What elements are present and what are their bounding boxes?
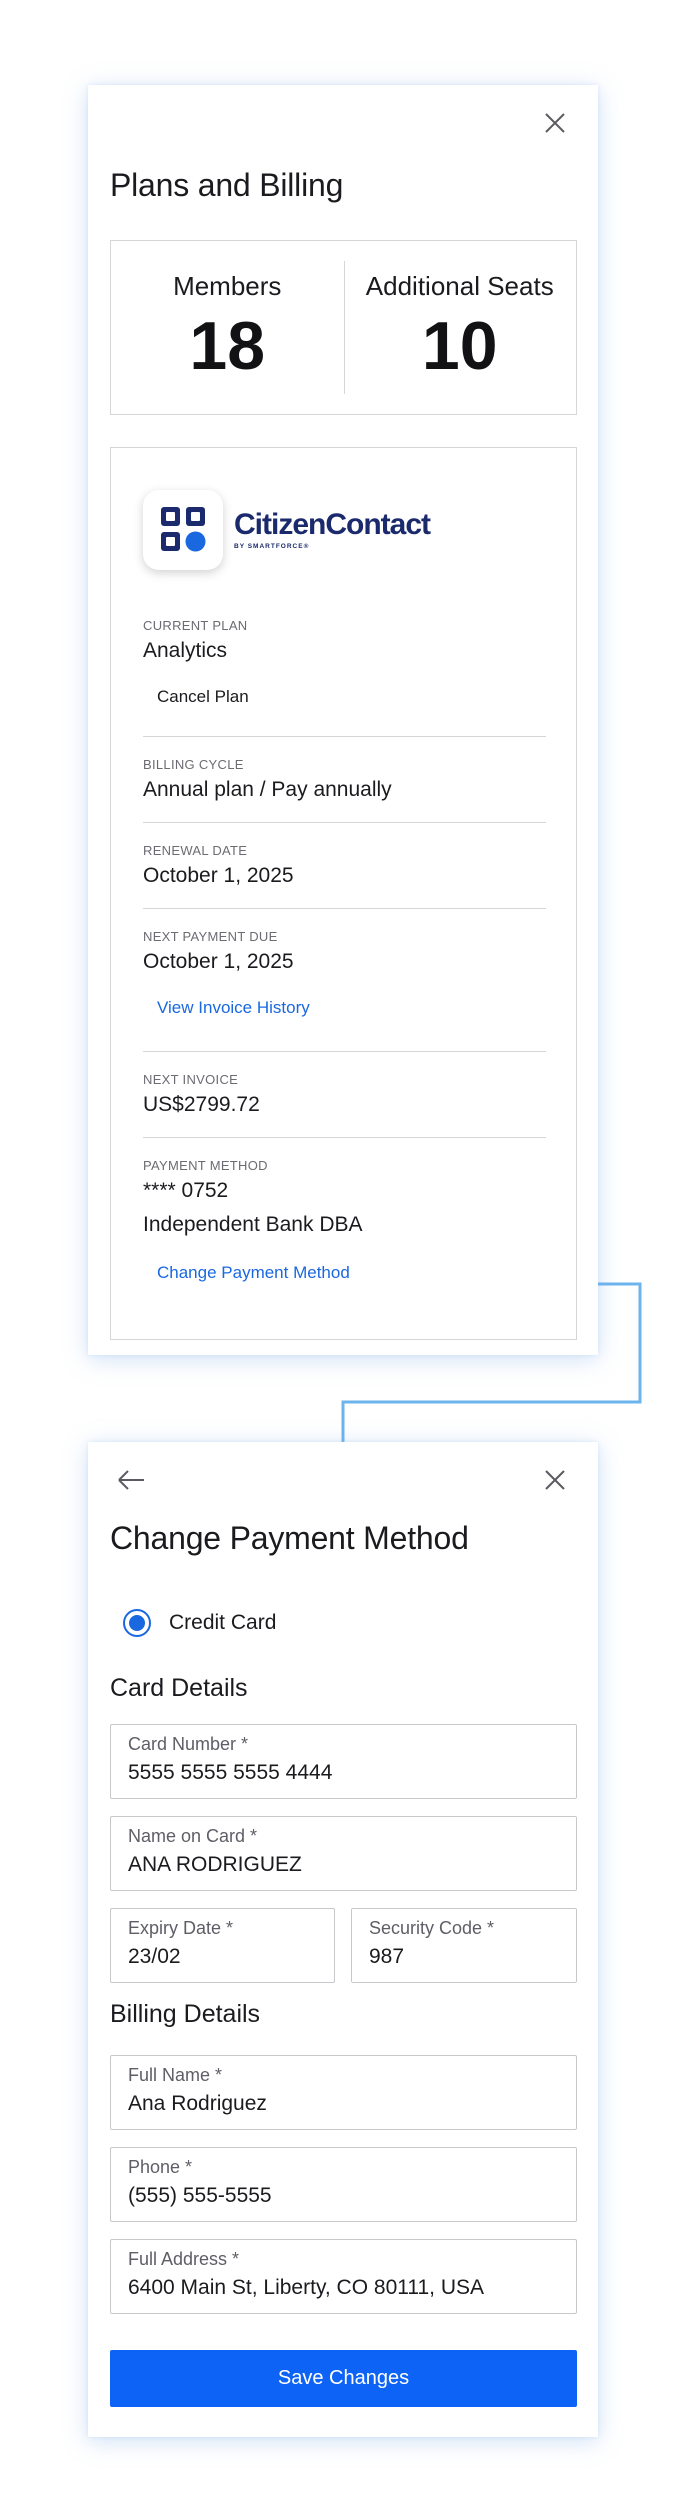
card-details-heading: Card Details bbox=[110, 1674, 248, 1702]
name-on-card-value: ANA RODRIGUEZ bbox=[128, 1853, 302, 1876]
page-title: Change Payment Method bbox=[110, 1520, 469, 1556]
expiry-date-value: 23/02 bbox=[128, 1945, 181, 1968]
next-payment-label: NEXT PAYMENT DUE bbox=[143, 929, 278, 944]
billing-cycle-label: BILLING CYCLE bbox=[143, 757, 244, 772]
credit-card-radio[interactable]: Credit Card bbox=[123, 1609, 276, 1637]
view-invoice-history-link[interactable]: View Invoice History bbox=[157, 998, 310, 1018]
next-payment-value: October 1, 2025 bbox=[143, 950, 294, 973]
name-on-card-label: Name on Card * bbox=[128, 1826, 258, 1846]
current-plan-row: CURRENT PLAN Analytics Cancel Plan bbox=[143, 618, 546, 707]
save-changes-button[interactable]: Save Changes bbox=[110, 2350, 577, 2407]
logo-subtitle: BY SMARTFORCE® bbox=[234, 543, 310, 550]
full-address-field[interactable]: Full Address * 6400 Main St, Liberty, CO… bbox=[110, 2239, 577, 2314]
current-plan-value: Analytics bbox=[143, 639, 228, 662]
billing-cycle-row: BILLING CYCLE Annual plan / Pay annually bbox=[143, 736, 546, 802]
plan-details-box: CitizenContact BY SMARTFORCE® CURRENT PL… bbox=[110, 447, 577, 1340]
renewal-date-value: October 1, 2025 bbox=[143, 864, 294, 887]
full-name-value: Ana Rodriguez bbox=[128, 2092, 267, 2115]
payment-method-label: PAYMENT METHOD bbox=[143, 1158, 268, 1173]
full-name-label: Full Name * bbox=[128, 2065, 223, 2085]
card-number-field[interactable]: Card Number * 5555 5555 5555 4444 bbox=[110, 1724, 577, 1799]
card-number-value: 5555 5555 5555 4444 bbox=[128, 1761, 333, 1784]
radio-selected-icon[interactable] bbox=[123, 1609, 151, 1637]
citizencontact-logo-icon bbox=[143, 490, 223, 570]
additional-seats-value: 10 bbox=[421, 308, 498, 384]
change-payment-panel: Change Payment Method Credit Card Card D… bbox=[88, 1442, 598, 2437]
next-invoice-value: US$2799.72 bbox=[143, 1093, 260, 1116]
logo-name: CitizenContact bbox=[234, 508, 431, 541]
members-value: 18 bbox=[189, 308, 266, 384]
cancel-plan-button[interactable]: Cancel Plan bbox=[157, 687, 249, 707]
citizencontact-logo: CitizenContact BY SMARTFORCE® bbox=[143, 490, 431, 570]
plans-billing-panel: Plans and Billing Members 18 Additional … bbox=[88, 85, 598, 1355]
security-code-value: 987 bbox=[369, 1945, 405, 1968]
close-icon[interactable] bbox=[538, 106, 572, 140]
back-arrow-icon[interactable] bbox=[114, 1463, 148, 1497]
additional-seats-stat: Additional Seats 10 bbox=[343, 241, 577, 414]
members-label: Members bbox=[173, 271, 282, 301]
current-plan-label: CURRENT PLAN bbox=[143, 618, 248, 633]
close-icon[interactable] bbox=[538, 1463, 572, 1497]
expiry-date-label: Expiry Date * bbox=[128, 1918, 234, 1938]
next-invoice-row: NEXT INVOICE US$2799.72 bbox=[143, 1051, 546, 1117]
billing-details-heading: Billing Details bbox=[110, 2000, 261, 2028]
additional-seats-label: Additional Seats bbox=[365, 271, 554, 301]
security-code-field[interactable]: Security Code * 987 bbox=[351, 1908, 577, 1983]
next-invoice-label: NEXT INVOICE bbox=[143, 1072, 239, 1087]
seat-stats: Members 18 Additional Seats 10 bbox=[110, 240, 577, 415]
members-stat: Members 18 bbox=[111, 241, 344, 414]
full-name-field[interactable]: Full Name * Ana Rodriguez bbox=[110, 2055, 577, 2130]
phone-label: Phone * bbox=[128, 2157, 193, 2177]
card-number-label: Card Number * bbox=[128, 1734, 249, 1754]
renewal-date-row: RENEWAL DATE October 1, 2025 bbox=[143, 822, 546, 888]
credit-card-label: Credit Card bbox=[169, 1611, 277, 1634]
payment-bank-value: Independent Bank DBA bbox=[143, 1213, 363, 1236]
renewal-date-label: RENEWAL DATE bbox=[143, 843, 248, 858]
full-address-value: 6400 Main St, Liberty, CO 80111, USA bbox=[128, 2276, 485, 2299]
payment-card-value: **** 0752 bbox=[143, 1179, 229, 1202]
phone-value: (555) 555-5555 bbox=[128, 2184, 272, 2207]
billing-cycle-value: Annual plan / Pay annually bbox=[143, 778, 392, 801]
page-title: Plans and Billing bbox=[110, 167, 344, 203]
change-payment-method-link[interactable]: Change Payment Method bbox=[157, 1263, 350, 1283]
full-address-label: Full Address * bbox=[128, 2249, 240, 2269]
payment-method-row: PAYMENT METHOD **** 0752 Independent Ban… bbox=[143, 1137, 546, 1283]
name-on-card-field[interactable]: Name on Card * ANA RODRIGUEZ bbox=[110, 1816, 577, 1891]
phone-field[interactable]: Phone * (555) 555-5555 bbox=[110, 2147, 577, 2222]
next-payment-row: NEXT PAYMENT DUE October 1, 2025 View In… bbox=[143, 908, 546, 1018]
security-code-label: Security Code * bbox=[369, 1918, 495, 1938]
expiry-date-field[interactable]: Expiry Date * 23/02 bbox=[110, 1908, 335, 1983]
